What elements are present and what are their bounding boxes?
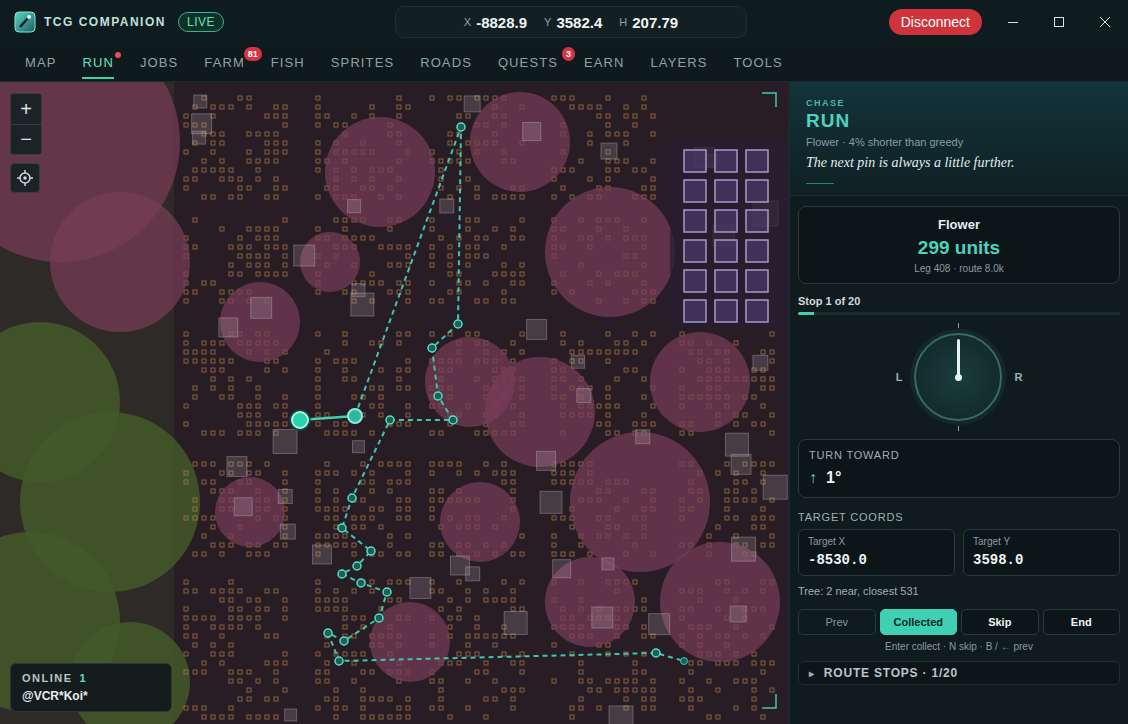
coord-axis: Y bbox=[544, 16, 551, 28]
brand: TCG COMPANION LIVE bbox=[14, 11, 395, 33]
coord-value: 3582.4 bbox=[556, 14, 602, 31]
coord-value: -8828.9 bbox=[476, 14, 527, 31]
compass-dial bbox=[914, 333, 1002, 421]
maximize-button[interactable] bbox=[1036, 0, 1082, 44]
turn-arrow: ↑ bbox=[809, 469, 817, 487]
live-badge: LIVE bbox=[178, 12, 224, 32]
tab[interactable]: TOOLS bbox=[720, 44, 795, 81]
eyebrow: CHASE bbox=[806, 98, 1112, 108]
alert-dot bbox=[115, 52, 121, 58]
online-count: 1 bbox=[80, 672, 88, 684]
compass-needle bbox=[957, 339, 960, 377]
side-panel: CHASE RUN Flower · 4% shorter than greed… bbox=[788, 82, 1128, 724]
online-box: ONLINE 1 @VCR*Koi* bbox=[10, 663, 172, 712]
coord-value: 207.79 bbox=[632, 14, 678, 31]
turn-card: TURN TOWARD ↑ 1° bbox=[798, 439, 1120, 498]
map-view[interactable]: + − ONLINE 1 @VCR*Koi* bbox=[0, 82, 788, 724]
coord-field[interactable]: Target Y 3598.0 bbox=[963, 529, 1120, 576]
action-buttons: PrevCollectedSkipEnd bbox=[798, 609, 1120, 635]
target-card: Flower 299 units Leg 408 · route 8.0k bbox=[798, 206, 1120, 284]
field-label: Target Y bbox=[973, 536, 1110, 547]
online-label: ONLINE bbox=[22, 672, 73, 684]
tab[interactable]: QUESTS 3 bbox=[485, 44, 571, 81]
target-distance: 299 units bbox=[807, 237, 1111, 259]
tab[interactable]: JOBS bbox=[127, 44, 191, 81]
action-button[interactable]: End bbox=[1043, 609, 1121, 635]
target-coords: Target X -8530.0Target Y 3598.0 bbox=[798, 529, 1120, 576]
tab[interactable]: MAP bbox=[12, 44, 69, 81]
close-button[interactable] bbox=[1082, 0, 1128, 44]
logo-icon bbox=[14, 11, 36, 33]
field-value: 3598.0 bbox=[973, 552, 1110, 568]
tagline: The next pin is always a little further. bbox=[806, 155, 1112, 171]
minimize-button[interactable] bbox=[990, 0, 1036, 44]
tab[interactable]: EARN bbox=[571, 44, 638, 81]
progress-fill bbox=[798, 312, 814, 315]
target-detail: Leg 408 · route 8.0k bbox=[807, 263, 1111, 274]
route-stops-label: ROUTE STOPS · 1/20 bbox=[824, 666, 958, 680]
tree-info: Tree: 2 near, closest 531 bbox=[798, 585, 1120, 597]
coords-display: X -8828.9 Y 3582.4 H 207.79 bbox=[395, 6, 747, 38]
compass-left: L bbox=[896, 371, 903, 383]
close-icon bbox=[1100, 17, 1110, 27]
maximize-icon bbox=[1054, 17, 1064, 27]
target-coords-label: TARGET COORDS bbox=[798, 511, 1120, 523]
turn-value: 1° bbox=[826, 469, 841, 487]
app-window: TCG COMPANION LIVE X -8828.9 Y 3582.4 H 20… bbox=[0, 0, 1128, 724]
compass: L R bbox=[790, 315, 1128, 439]
zoom-controls: + − bbox=[10, 93, 42, 155]
minimize-icon bbox=[1008, 17, 1018, 27]
panel-title: RUN bbox=[806, 110, 1112, 132]
tab[interactable]: LAYERS bbox=[638, 44, 721, 81]
app-title: TCG COMPANION bbox=[44, 15, 166, 29]
target-name: Flower bbox=[807, 217, 1111, 232]
tab[interactable]: FISH bbox=[258, 44, 318, 81]
tick-top bbox=[958, 323, 959, 328]
tab[interactable]: ROADS bbox=[407, 44, 485, 81]
action-button[interactable]: Prev bbox=[798, 609, 876, 635]
tab[interactable]: SPRITES bbox=[318, 44, 407, 81]
divider bbox=[806, 183, 834, 184]
compass-right: R bbox=[1014, 371, 1022, 383]
shortcut-hint: Enter collect · N skip · B / ← prev bbox=[790, 641, 1128, 652]
coord-field[interactable]: Target X -8530.0 bbox=[798, 529, 955, 576]
coord-axis: X bbox=[464, 16, 471, 28]
compass-hub bbox=[955, 374, 962, 381]
field-label: Target X bbox=[808, 536, 945, 547]
zoom-in-button[interactable]: + bbox=[11, 94, 41, 124]
main-area: + − ONLINE 1 @VCR*Koi* CHASE RUN Flower … bbox=[0, 82, 1128, 724]
field-value: -8530.0 bbox=[808, 552, 945, 568]
panel-subtitle: Flower · 4% shorter than greedy bbox=[806, 136, 1112, 148]
zoom-out-button[interactable]: − bbox=[11, 124, 41, 154]
tab[interactable]: FARM 81 bbox=[191, 44, 258, 81]
coord-axis: H bbox=[619, 16, 627, 28]
caret: ▸ bbox=[809, 668, 815, 679]
title-bar: TCG COMPANION LIVE X -8828.9 Y 3582.4 H 20… bbox=[0, 0, 1128, 44]
route-stops-toggle[interactable]: ▸ ROUTE STOPS · 1/20 bbox=[798, 661, 1120, 685]
action-button[interactable]: Skip bbox=[961, 609, 1039, 635]
turn-label: TURN TOWARD bbox=[809, 449, 1109, 461]
disconnect-button[interactable]: Disconnect bbox=[889, 9, 982, 35]
locate-button[interactable] bbox=[10, 163, 40, 193]
tab[interactable]: RUN bbox=[69, 44, 126, 81]
online-user: @VCR*Koi* bbox=[22, 689, 160, 703]
crosshair-icon bbox=[17, 170, 33, 186]
panel-header: CHASE RUN Flower · 4% shorter than greed… bbox=[790, 82, 1128, 196]
tick-bottom bbox=[958, 426, 959, 431]
progress-bar bbox=[798, 312, 1120, 315]
tab-bar: MAP RUN JOBS FARM 81FISH SPRITES ROADS Q… bbox=[0, 44, 1128, 82]
map-canvas[interactable] bbox=[0, 82, 788, 724]
action-button[interactable]: Collected bbox=[880, 609, 958, 635]
window-actions: Disconnect bbox=[747, 0, 1128, 44]
stop-label: Stop 1 of 20 bbox=[798, 295, 1120, 307]
